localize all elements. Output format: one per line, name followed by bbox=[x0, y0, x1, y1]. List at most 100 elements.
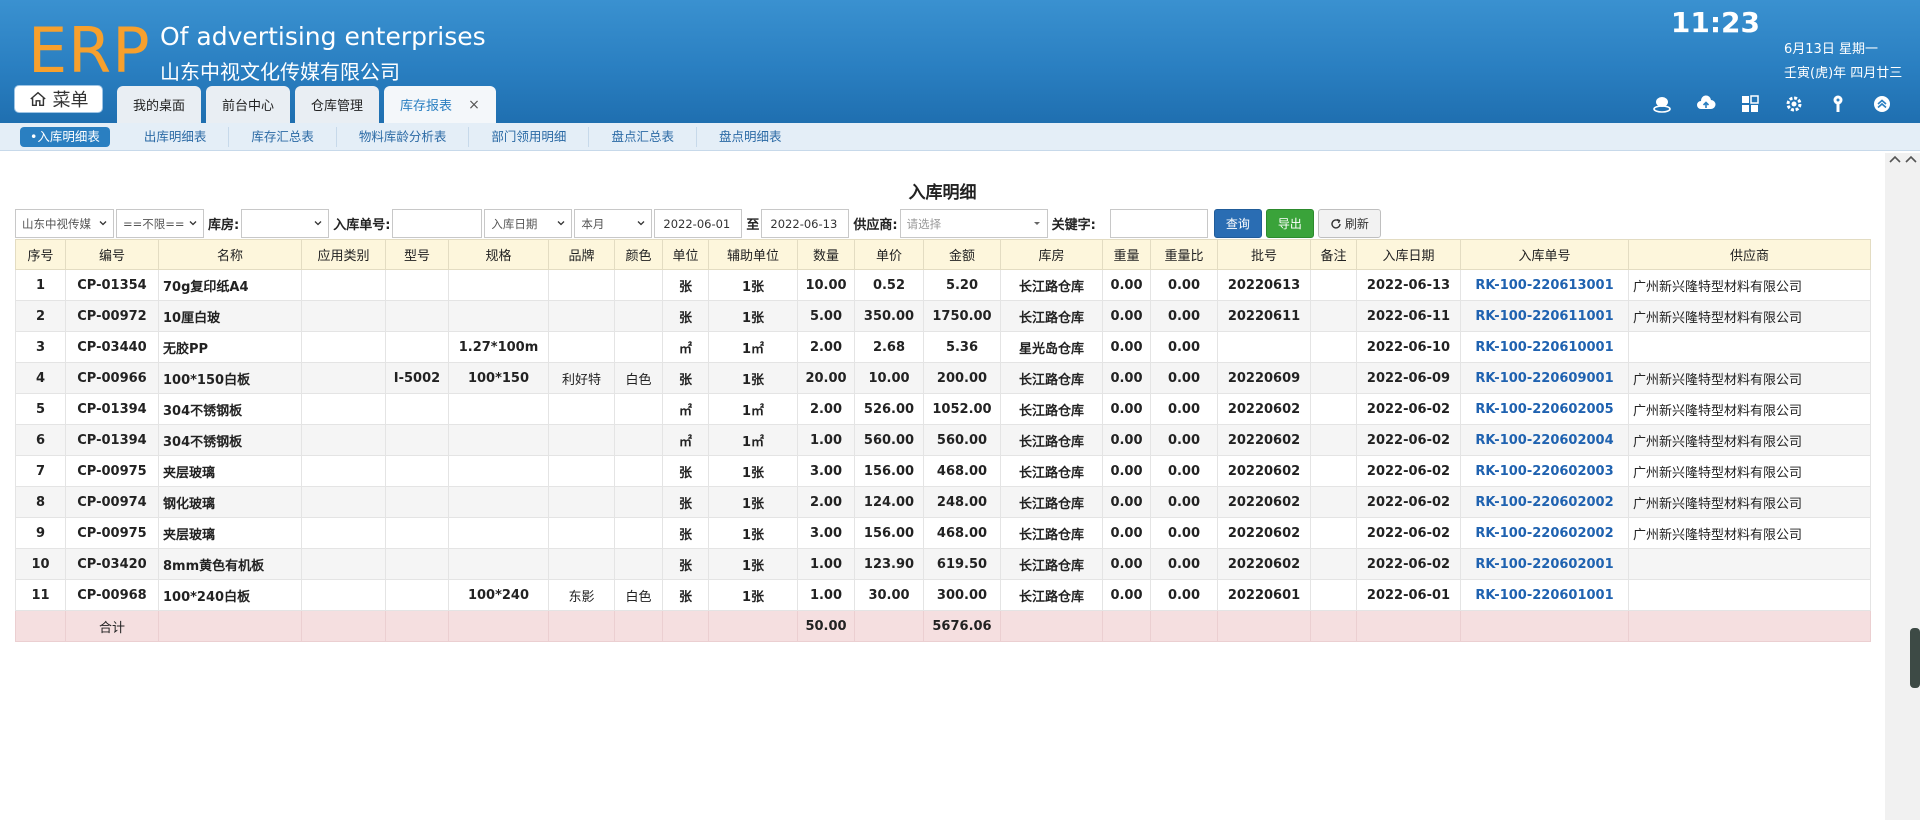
table-cell bbox=[385, 300, 449, 332]
table-row[interactable]: 6 CP-01394 304不锈钢板㎡ 1㎡ 1.00 560.00 560.00 长江路仓库… bbox=[15, 424, 1871, 456]
column-header[interactable]: 颜色 bbox=[614, 239, 663, 270]
column-header[interactable]: 库房 bbox=[1000, 239, 1103, 270]
column-header[interactable]: 数量 bbox=[797, 239, 855, 270]
inbound-order-link[interactable]: RK-100-220611001 bbox=[1460, 300, 1629, 332]
column-header[interactable]: 金额 bbox=[923, 239, 1001, 270]
inbound-order-link[interactable]: RK-100-220602002 bbox=[1460, 486, 1629, 518]
close-tab-icon[interactable]: × bbox=[468, 97, 480, 113]
gear-icon[interactable] bbox=[1772, 92, 1816, 116]
refresh-button[interactable]: 刷新 bbox=[1317, 209, 1381, 238]
total-cell bbox=[448, 610, 549, 642]
table-row[interactable]: 2 CP-00972 10厘白玻张 1张 5.00 350.00 1750.00 长江路仓库 0… bbox=[15, 300, 1871, 332]
inbound-order-link[interactable]: RK-100-220602002 bbox=[1460, 517, 1629, 549]
inbound-order-link[interactable]: RK-100-220602004 bbox=[1460, 424, 1629, 456]
inbound-order-link[interactable]: RK-100-220602003 bbox=[1460, 455, 1629, 487]
tab-my-desktop[interactable]: 我的桌面 bbox=[117, 86, 202, 123]
period-select[interactable]: 本月 bbox=[574, 209, 653, 238]
column-header[interactable]: 备注 bbox=[1310, 239, 1357, 270]
table-cell bbox=[1310, 517, 1357, 549]
keyword-input[interactable] bbox=[1109, 209, 1208, 238]
limit-select[interactable]: ==不限== bbox=[116, 209, 204, 238]
user-icon[interactable] bbox=[1640, 92, 1684, 116]
chevron-up-icon[interactable] bbox=[1903, 153, 1919, 167]
column-header[interactable]: 单位 bbox=[662, 239, 709, 270]
export-button[interactable]: 导出 bbox=[1265, 209, 1314, 238]
table-cell: CP-00972 bbox=[65, 300, 159, 332]
column-header[interactable]: 重量比 bbox=[1150, 239, 1218, 270]
column-header[interactable]: 名称 bbox=[158, 239, 302, 270]
table-cell: 5.00 bbox=[797, 300, 855, 332]
inbound-order-link[interactable]: RK-100-220613001 bbox=[1460, 269, 1629, 301]
inbound-order-link[interactable]: RK-100-220602001 bbox=[1460, 548, 1629, 580]
column-header[interactable]: 序号 bbox=[15, 239, 66, 270]
subnav-outbound-detail[interactable]: 出库明细表 bbox=[122, 126, 230, 147]
column-header[interactable]: 批号 bbox=[1217, 239, 1311, 270]
column-header[interactable]: 规格 bbox=[448, 239, 549, 270]
table-row[interactable]: 4 CP-00966 100*150白板 I-5002 100*150 利好特 白色张 1张 2… bbox=[15, 362, 1871, 394]
column-header[interactable]: 入库单号 bbox=[1460, 239, 1629, 270]
subnav-material-age[interactable]: 物料库龄分析表 bbox=[337, 126, 470, 147]
collapse-up-icon[interactable] bbox=[1860, 92, 1904, 116]
subnav-dept-usage[interactable]: 部门领用明细 bbox=[469, 126, 590, 147]
table-header-row: 序号 编号 名称 应用类别 型号 规格 品牌 颜色 单位 辅助单位 数量 单价 金额 库房 重量 重量比 批号备… bbox=[15, 239, 1871, 270]
table-cell: 2022-06-02 bbox=[1356, 455, 1461, 487]
table-row[interactable]: 11 CP-00968 100*240白板 100*240 东影 白色张 1张 1.00 30.… bbox=[15, 579, 1871, 611]
total-cell bbox=[15, 610, 66, 642]
column-header[interactable]: 型号 bbox=[385, 239, 449, 270]
table-row[interactable]: 9 CP-00975 夹层玻璃张 1张 3.00 156.00 468.00 长江路仓库 0.0… bbox=[15, 517, 1871, 549]
inbound-order-link[interactable]: RK-100-220610001 bbox=[1460, 331, 1629, 363]
table-row[interactable]: 7 CP-00975 夹层玻璃张 1张 3.00 156.00 468.00 长江路仓库 0.0… bbox=[15, 455, 1871, 487]
vertical-scrollbar[interactable] bbox=[1885, 153, 1920, 820]
inbound-order-link[interactable]: RK-100-220601001 bbox=[1460, 579, 1629, 611]
inbound-order-link[interactable]: RK-100-220602005 bbox=[1460, 393, 1629, 425]
subnav-stock-summary[interactable]: 库存汇总表 bbox=[229, 126, 337, 147]
date-from-input[interactable]: 2022-06-01 bbox=[654, 209, 743, 238]
scrollbar-thumb[interactable] bbox=[1910, 628, 1920, 688]
table-cell: I-5002 bbox=[385, 362, 449, 394]
table-cell: 20220602 bbox=[1217, 517, 1311, 549]
table-cell bbox=[301, 269, 386, 301]
table-cell: ㎡ bbox=[662, 393, 709, 425]
column-header[interactable]: 供应商 bbox=[1628, 239, 1871, 270]
inbound-order-link[interactable]: RK-100-220609001 bbox=[1460, 362, 1629, 394]
date-to-input[interactable]: 2022-06-13 bbox=[761, 209, 850, 238]
key-icon[interactable] bbox=[1816, 92, 1860, 116]
query-button[interactable]: 查询 bbox=[1213, 209, 1262, 238]
tab-warehouse[interactable]: 仓库管理 bbox=[295, 86, 380, 123]
column-header[interactable]: 重量 bbox=[1102, 239, 1151, 270]
menu-button[interactable]: 菜单 bbox=[14, 85, 103, 113]
table-row[interactable]: 10 CP-03420 8mm黄色有机板 张 1张 1.00 123.90 619.50 长江路… bbox=[15, 548, 1871, 580]
table-row[interactable]: 8 CP-00974 钢化玻璃张 1张 2.00 124.00 248.00 长江路仓库 0.0… bbox=[15, 486, 1871, 518]
table-cell: 0.00 bbox=[1150, 517, 1218, 549]
subnav-inbound-detail[interactable]: •入库明细表 bbox=[20, 126, 110, 147]
warehouse-select[interactable] bbox=[241, 209, 330, 238]
tab-front-desk[interactable]: 前台中心 bbox=[206, 86, 291, 123]
column-header[interactable]: 入库日期 bbox=[1356, 239, 1461, 270]
tab-inventory-report[interactable]: 库存报表 × bbox=[384, 86, 496, 123]
chevron-up-icon[interactable] bbox=[1887, 153, 1903, 167]
date-type-select[interactable]: 入库日期 bbox=[484, 209, 573, 238]
table-row[interactable]: 5 CP-01394 304不锈钢板 ㎡ 1㎡ 2.00 526.00 1052.00 长江路仓… bbox=[15, 393, 1871, 425]
column-header[interactable]: 编号 bbox=[65, 239, 159, 270]
table-cell bbox=[448, 300, 549, 332]
subnav-count-summary[interactable]: 盘点汇总表 bbox=[589, 126, 697, 147]
table-cell: CP-03440 bbox=[65, 331, 159, 363]
order-no-input[interactable] bbox=[392, 209, 483, 238]
company-select[interactable]: 山东中视传媒 bbox=[15, 209, 114, 238]
column-header[interactable]: 单价 bbox=[854, 239, 924, 270]
column-header[interactable]: 应用类别 bbox=[301, 239, 386, 270]
table-cell bbox=[614, 517, 663, 549]
table-row[interactable]: 3 CP-03440 无胶PP 1.27*100m ㎡ 1㎡ 2.00 2.68 5.36 星光岛… bbox=[15, 331, 1871, 363]
table-cell: 1㎡ bbox=[708, 331, 798, 363]
column-header[interactable]: 品牌 bbox=[548, 239, 615, 270]
column-header[interactable]: 辅助单位 bbox=[708, 239, 798, 270]
cloud-upload-icon[interactable] bbox=[1684, 92, 1728, 116]
table-cell bbox=[548, 548, 615, 580]
table-cell: 0.00 bbox=[1150, 331, 1218, 363]
table-row[interactable]: 1 CP-01354 70g复印纸A4 张 1张 10.00 0.52 5.20 长江路仓库 0.… bbox=[15, 269, 1871, 301]
chevron-down-icon bbox=[314, 221, 322, 226]
subnav-count-detail[interactable]: 盘点明细表 bbox=[697, 127, 804, 147]
table-cell: 2022-06-02 bbox=[1356, 517, 1461, 549]
supplier-select[interactable]: 请选择 bbox=[899, 209, 1048, 238]
apps-grid-icon[interactable] bbox=[1728, 92, 1772, 116]
